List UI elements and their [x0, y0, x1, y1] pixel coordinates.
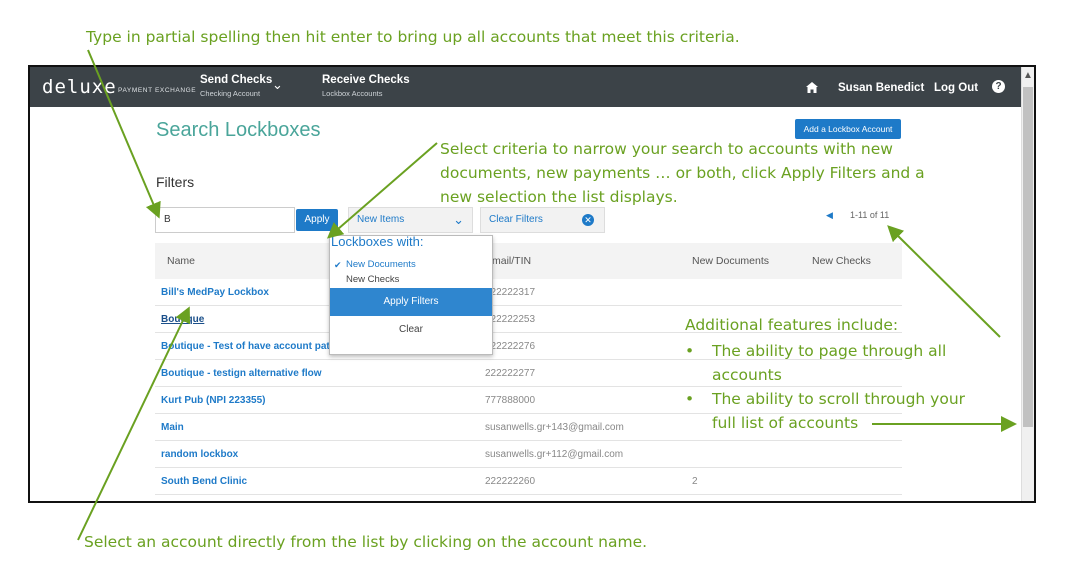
- arrow-to-account-name: [77, 306, 191, 541]
- arrow-to-pager: [887, 225, 1001, 338]
- arrow-to-search-input: [87, 49, 161, 219]
- arrow-to-filter-popup: [326, 142, 438, 239]
- annotation-arrows: [77, 49, 1017, 541]
